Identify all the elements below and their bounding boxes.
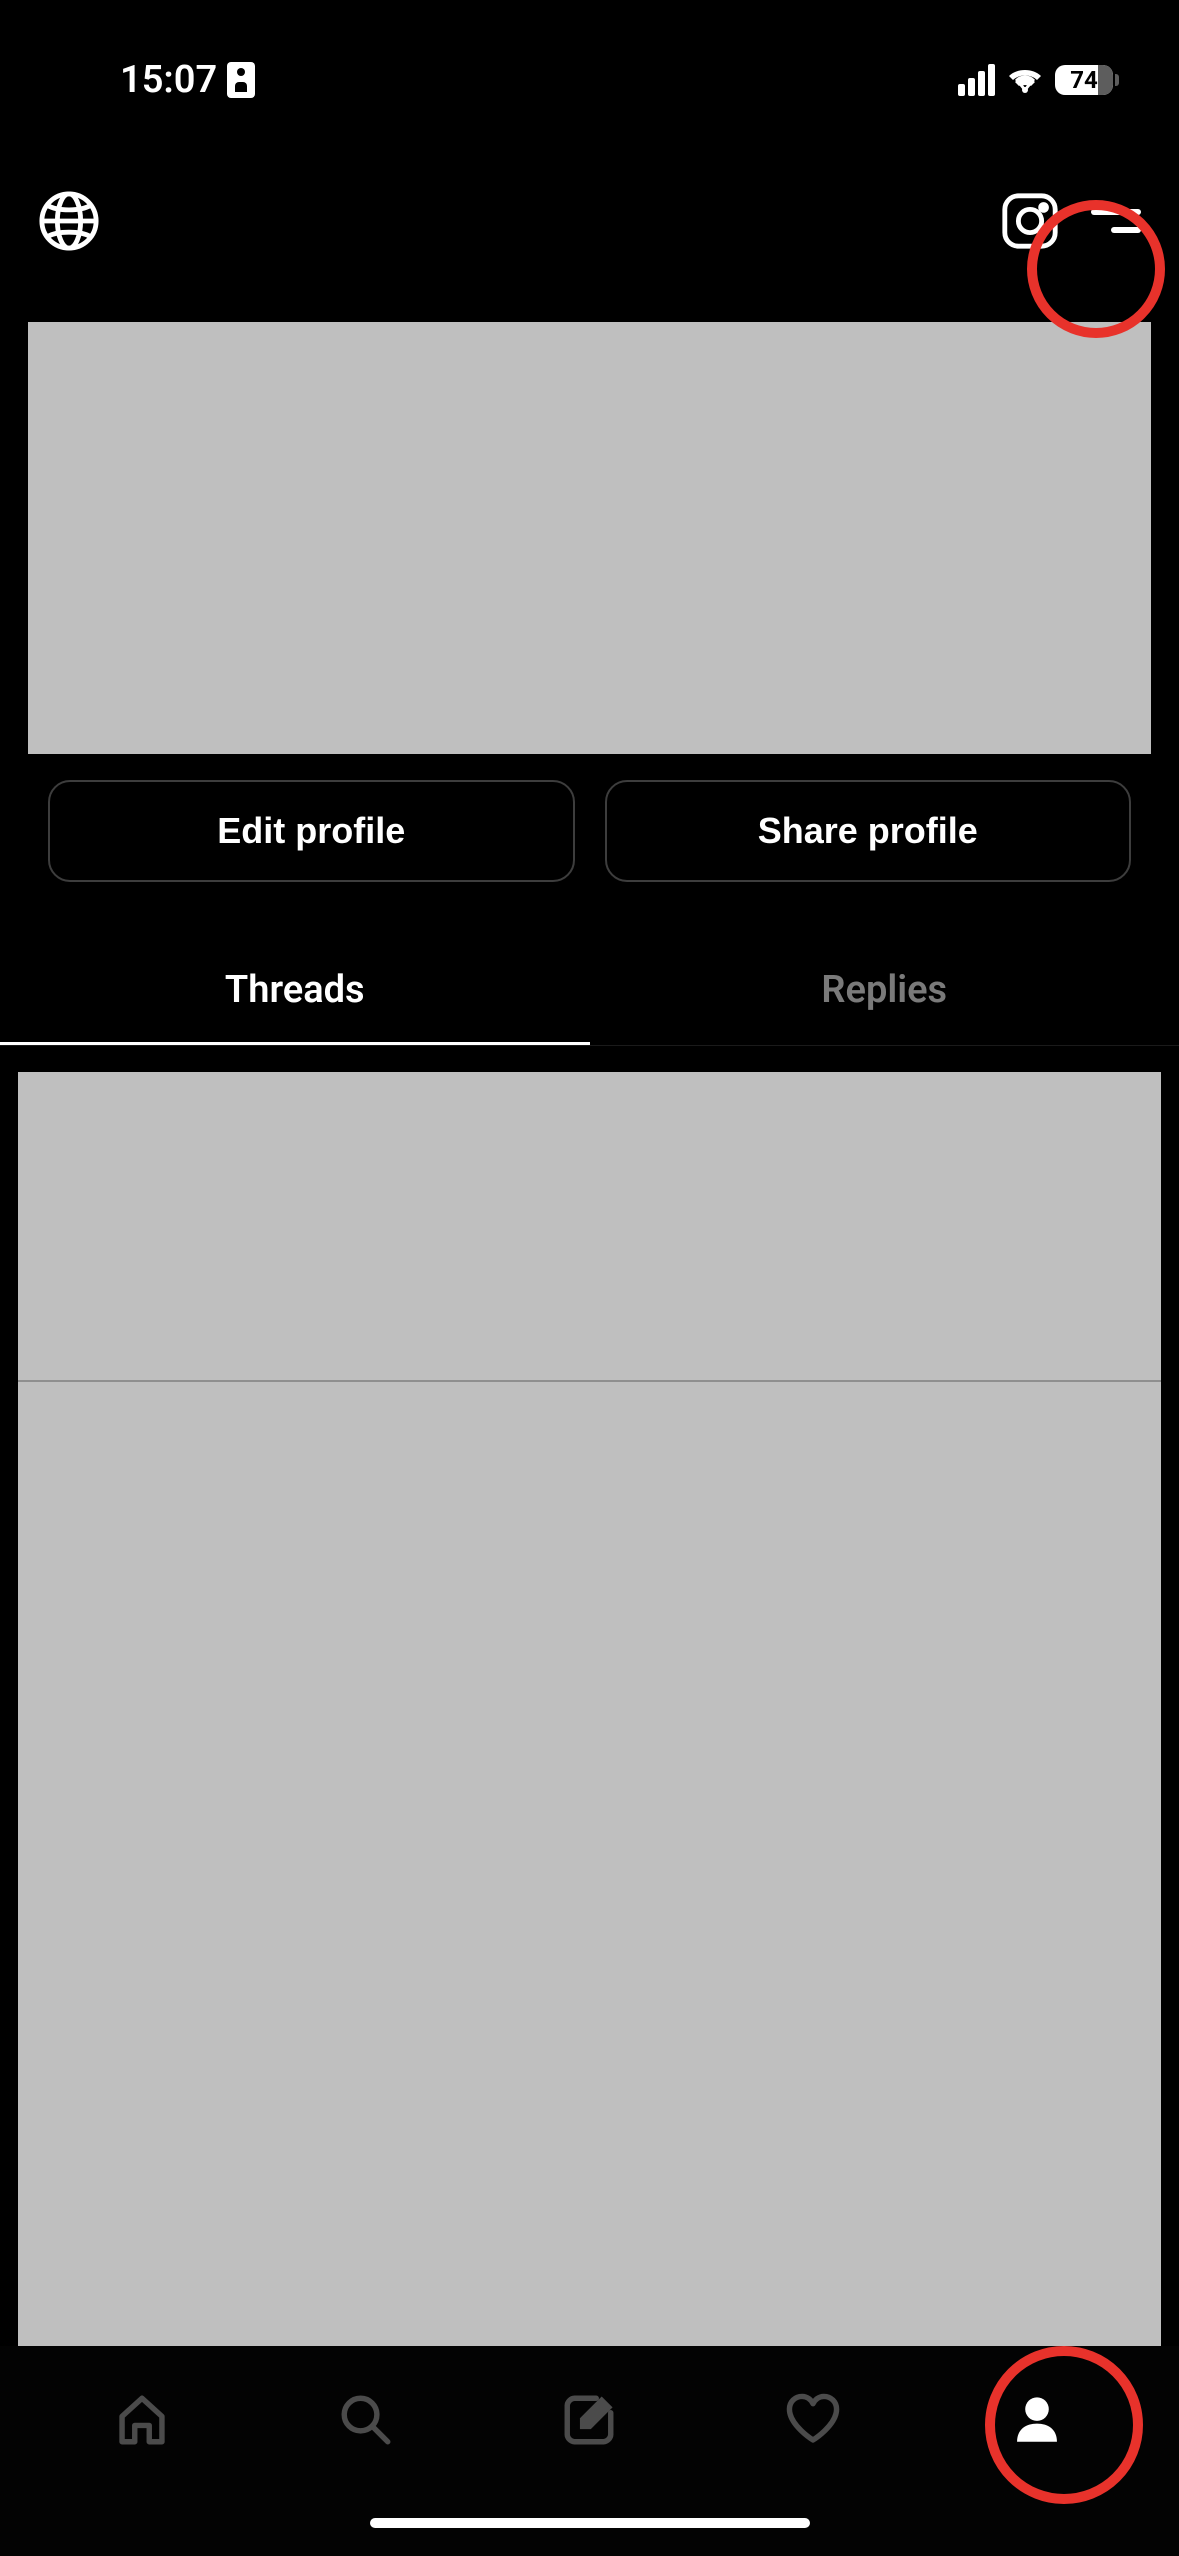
cellular-signal-icon: [958, 64, 995, 96]
status-left: 15:07: [120, 58, 255, 102]
nav-search[interactable]: [326, 2380, 406, 2460]
search-icon: [337, 2391, 395, 2449]
annotation-highlight-menu: [1027, 200, 1165, 338]
profile-tabs: Threads Replies: [0, 946, 1179, 1046]
status-bar: 15:07 74: [0, 0, 1179, 130]
status-time: 15:07: [120, 58, 217, 102]
battery-percent: 74: [1070, 66, 1098, 94]
nav-activity[interactable]: [773, 2380, 853, 2460]
top-nav: [0, 130, 1179, 272]
edit-profile-button[interactable]: Edit profile: [48, 780, 575, 882]
profile-actions: Edit profile Share profile: [0, 754, 1179, 908]
battery-indicator: 74: [1055, 65, 1119, 95]
home-indicator: [370, 2518, 810, 2528]
home-icon: [113, 2391, 171, 2449]
compose-icon: [560, 2391, 618, 2449]
wifi-icon: [1007, 66, 1043, 94]
content-placeholder-top: [18, 1072, 1161, 1380]
nav-home[interactable]: [102, 2380, 182, 2460]
content-area: [18, 1072, 1161, 2484]
heart-icon: [784, 2391, 842, 2449]
globe-icon[interactable]: [38, 190, 100, 252]
tab-threads[interactable]: Threads: [0, 946, 590, 1045]
tab-replies[interactable]: Replies: [590, 946, 1179, 1045]
content-placeholder-bottom: [18, 1382, 1161, 2484]
status-right: 74: [958, 64, 1119, 96]
share-profile-button[interactable]: Share profile: [605, 780, 1132, 882]
profile-header-placeholder: [28, 322, 1151, 754]
id-card-icon: [227, 62, 255, 98]
nav-compose[interactable]: [549, 2380, 629, 2460]
annotation-highlight-profile: [985, 2346, 1143, 2504]
bottom-nav: [0, 2346, 1179, 2556]
